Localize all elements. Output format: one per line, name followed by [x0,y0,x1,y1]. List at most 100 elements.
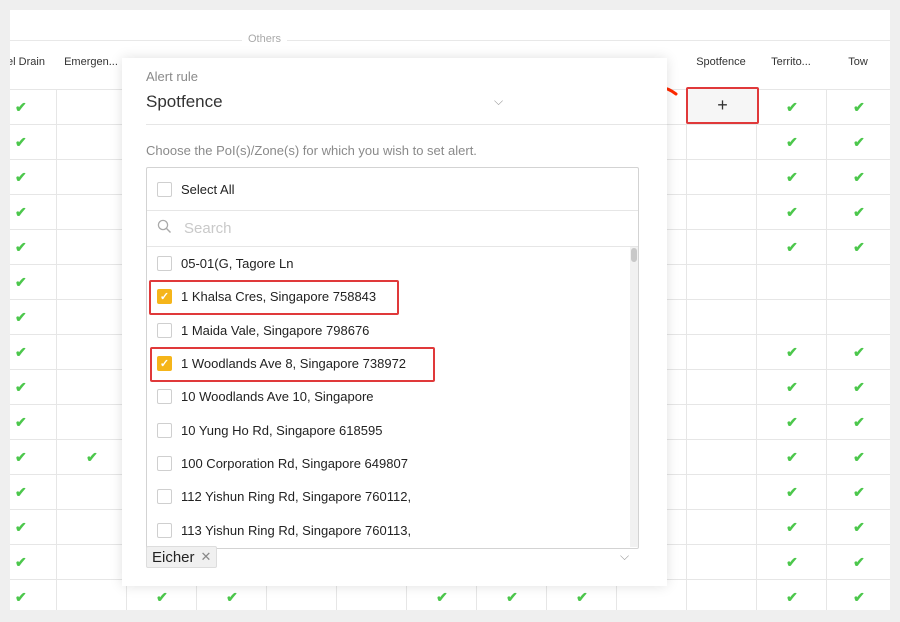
chevron-down-icon[interactable]: ⌵ [494,94,503,109]
poi-option[interactable]: 113 Yishun Ring Rd, Singapore 760113, [147,513,629,546]
table-cell[interactable] [686,300,757,335]
table-cell[interactable] [686,195,757,230]
select-all-checkbox[interactable] [157,181,172,197]
table-cell[interactable] [686,545,757,580]
checkbox-checked[interactable]: ✓ [157,289,172,305]
table-cell[interactable]: ✔ [756,545,827,580]
table-cell[interactable] [686,230,757,265]
search-input[interactable] [182,219,586,238]
checkbox[interactable] [157,422,172,438]
table-cell[interactable]: ✔ [826,160,890,195]
table-cell[interactable]: ✔ [826,510,890,545]
table-cell[interactable] [686,335,757,370]
poi-option[interactable]: 1 Maida Vale, Singapore 798676 [147,314,629,347]
checkbox[interactable] [157,389,172,405]
table-cell[interactable]: ✔ [10,405,56,440]
table-cell[interactable] [56,475,127,510]
table-cell[interactable] [56,300,127,335]
table-cell[interactable]: ✔ [10,370,56,405]
table-cell[interactable]: ✔ [10,545,56,580]
table-cell[interactable]: ✔ [826,405,890,440]
table-cell[interactable] [756,265,827,300]
chevron-down-icon[interactable]: ⌵ [620,549,629,564]
table-cell[interactable]: ✔ [756,335,827,370]
table-cell[interactable] [686,475,757,510]
table-cell[interactable] [56,370,127,405]
table-cell[interactable]: ✔ [826,370,890,405]
close-icon[interactable]: ✕ [201,549,212,565]
poi-option[interactable]: 100 Corporation Rd, Singapore 649807 [147,447,629,480]
checkbox[interactable] [157,455,172,471]
table-cell[interactable]: ✔ [10,265,56,300]
table-cell[interactable] [686,510,757,545]
table-cell[interactable] [56,90,127,125]
poi-option[interactable]: 10 Yung Ho Rd, Singapore 618595 [147,413,629,446]
table-cell[interactable]: ✔ [756,195,827,230]
table-cell[interactable] [56,195,127,230]
table-cell[interactable] [826,265,890,300]
select-all-option[interactable]: Select All [147,168,638,211]
poi-option[interactable]: ✓ 1 Woodlands Ave 8, Singapore 738972 [147,347,629,380]
table-cell[interactable]: ✔ [10,125,56,160]
table-cell[interactable]: ✔ [756,510,827,545]
table-cell[interactable] [56,405,127,440]
table-cell[interactable]: ✔ [756,405,827,440]
table-cell[interactable] [56,265,127,300]
table-cell[interactable] [686,370,757,405]
table-cell[interactable]: ✔ [756,475,827,510]
table-cell[interactable] [686,265,757,300]
table-cell[interactable]: ✔ [826,90,890,125]
checkbox-checked[interactable]: ✓ [157,356,172,372]
table-cell[interactable]: ✔ [826,125,890,160]
poi-option[interactable]: 10 Woodlands Ave 10, Singapore [147,380,629,413]
table-cell[interactable] [56,545,127,580]
table-cell[interactable] [686,160,757,195]
table-cell[interactable]: ✔ [10,580,56,610]
table-cell[interactable]: ✔ [10,195,56,230]
table-cell[interactable]: ✔ [826,440,890,475]
table-cell[interactable]: ✔ [10,160,56,195]
table-cell[interactable]: ✔ [10,440,56,475]
table-cell[interactable]: ✔ [56,440,127,475]
table-cell[interactable]: ✔ [10,230,56,265]
scrollbar-thumb[interactable] [631,248,637,262]
table-cell[interactable] [686,405,757,440]
table-cell[interactable] [686,125,757,160]
table-cell[interactable]: ✔ [10,510,56,545]
poi-option[interactable]: 05-01(G, Tagore Ln [147,247,629,280]
table-cell[interactable]: ✔ [10,335,56,370]
table-cell[interactable]: ✔ [756,230,827,265]
table-cell[interactable] [756,300,827,335]
table-cell[interactable]: ✔ [826,545,890,580]
table-cell[interactable]: ✔ [756,160,827,195]
add-spotfence-button[interactable]: + [686,87,759,124]
checkbox[interactable] [157,489,172,505]
table-cell[interactable] [826,300,890,335]
table-cell[interactable]: ✔ [826,335,890,370]
table-cell[interactable]: ✔ [756,125,827,160]
scrollbar-track[interactable] [630,247,638,547]
table-cell[interactable]: ✔ [10,300,56,335]
table-cell[interactable]: ✔ [826,475,890,510]
table-cell[interactable] [56,510,127,545]
table-cell[interactable]: ✔ [826,230,890,265]
checkbox[interactable] [157,522,172,538]
checkbox[interactable] [157,256,172,272]
table-cell[interactable]: ✔ [826,195,890,230]
table-cell[interactable]: ✔ [756,580,827,610]
poi-option[interactable]: ✓ 1 Khalsa Cres, Singapore 758843 [147,280,629,313]
table-cell[interactable] [56,230,127,265]
table-cell[interactable]: ✔ [756,440,827,475]
table-cell[interactable] [56,580,127,610]
table-cell[interactable]: ✔ [756,90,827,125]
table-cell[interactable] [56,125,127,160]
table-cell[interactable] [686,580,757,610]
table-cell[interactable]: ✔ [10,475,56,510]
table-cell[interactable]: ✔ [826,580,890,610]
poi-option[interactable]: 112 Yishun Ring Rd, Singapore 760112, [147,480,629,513]
alert-rule-select[interactable]: Spotfence [146,92,223,112]
table-cell[interactable]: ✔ [10,90,56,125]
checkbox[interactable] [157,322,172,338]
table-cell[interactable] [56,335,127,370]
table-cell[interactable] [686,440,757,475]
